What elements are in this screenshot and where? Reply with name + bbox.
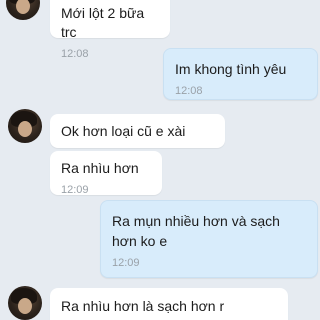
message-text: Ok hơn loại cũ e xài <box>61 123 186 139</box>
message-text: Ra mụn nhiều hơn và sạch hơn ko e <box>112 213 284 249</box>
message-text: Mới lột 2 bữa trc <box>61 5 149 40</box>
message-bubble-incoming[interactable]: Ok hơn loại cũ e xài <box>50 114 225 148</box>
message-time: 12:08 <box>61 48 89 60</box>
message-time: 12:09 <box>61 184 89 196</box>
message-time: 12:09 <box>112 257 140 269</box>
message-bubble-incoming[interactable]: Ra nhìu hơn là sạch hơn r <box>50 288 288 320</box>
contact-avatar[interactable] <box>8 286 42 320</box>
message-text: Ra nhìu hơn <box>61 160 139 176</box>
message-text: Ra nhìu hơn là sạch hơn r <box>61 298 225 314</box>
message-time: 12:08 <box>175 85 203 97</box>
message-bubble-incoming[interactable]: Ra nhìu hơn 12:09 <box>50 151 162 196</box>
message-text: Im khong tình yêu <box>175 61 287 77</box>
contact-avatar[interactable] <box>8 109 42 143</box>
message-bubble-outgoing[interactable]: Im khong tình yêu 12:08 <box>163 48 318 100</box>
contact-avatar[interactable] <box>6 0 40 20</box>
message-bubble-incoming[interactable]: Mới lột 2 bữa trc 12:08 <box>50 0 170 60</box>
message-bubble-outgoing[interactable]: Ra mụn nhiều hơn và sạch hơn ko e 12:09 <box>100 200 318 278</box>
chat-screen: { "messages": [ {"dir": "in", "text": "M… <box>0 0 320 320</box>
